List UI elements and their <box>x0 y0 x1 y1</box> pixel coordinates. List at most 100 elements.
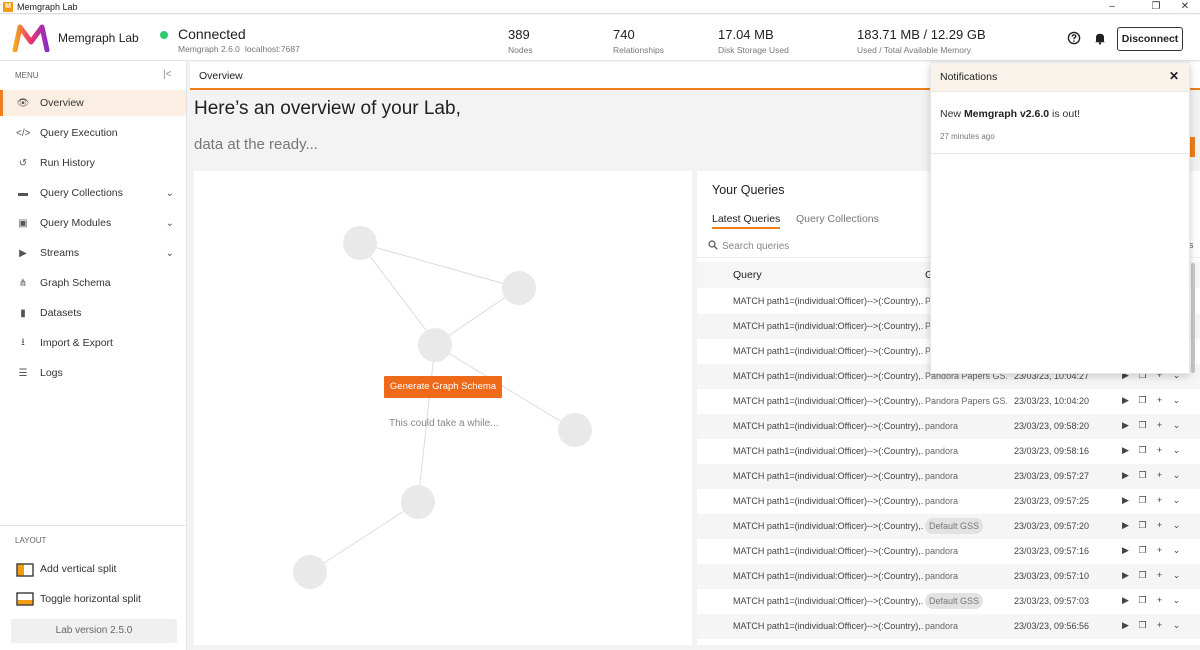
table-row[interactable]: MATCH path1=(individual:Officer)-->(:Cou… <box>697 489 1200 514</box>
copy-icon[interactable]: ❐ <box>1134 395 1151 406</box>
overview-subheading: data at the ready... <box>194 136 318 153</box>
chevron-down-icon[interactable]: ⌄ <box>1168 520 1185 531</box>
query-text[interactable]: MATCH path1=(individual:Officer)-->(:Cou… <box>733 321 923 331</box>
add-icon[interactable]: + <box>1151 595 1168 605</box>
query-text[interactable]: MATCH path1=(individual:Officer)-->(:Cou… <box>733 621 923 631</box>
copy-icon[interactable]: ❐ <box>1134 570 1151 581</box>
tab-latest-queries[interactable]: Latest Queries <box>712 213 781 229</box>
run-icon[interactable]: ▶ <box>1117 470 1134 481</box>
add-icon[interactable]: + <box>1151 495 1168 505</box>
table-row[interactable]: MATCH path1=(individual:Officer)-->(:Cou… <box>697 539 1200 564</box>
search-queries-input[interactable] <box>722 238 922 254</box>
run-icon[interactable]: ▶ <box>1117 545 1134 556</box>
copy-icon[interactable]: ❐ <box>1134 595 1151 606</box>
query-text[interactable]: MATCH path1=(individual:Officer)-->(:Cou… <box>733 296 923 306</box>
chevron-down-icon[interactable]: ⌄ <box>166 248 174 259</box>
add-icon[interactable]: + <box>1151 520 1168 530</box>
run-icon[interactable]: ▶ <box>1117 520 1134 531</box>
sidebar-item-query-modules[interactable]: ▣ Query Modules ⌄ <box>0 210 186 236</box>
chevron-down-icon[interactable]: ⌄ <box>1168 595 1185 606</box>
bell-icon[interactable] <box>1093 31 1107 45</box>
chevron-down-icon[interactable]: ⌄ <box>1168 495 1185 506</box>
sidebar-item-label: Run History <box>40 157 95 169</box>
tab-query-collections[interactable]: Query Collections <box>796 213 879 225</box>
module-icon: ▣ <box>18 217 28 229</box>
chevron-down-icon[interactable]: ⌄ <box>166 188 174 199</box>
collapse-sidebar-icon[interactable]: |< <box>163 69 171 80</box>
add-icon[interactable]: + <box>1151 470 1168 480</box>
help-icon[interactable] <box>1067 31 1081 45</box>
sidebar-item-graph-schema[interactable]: ⋔ Graph Schema <box>0 270 186 296</box>
row-actions: ▶ ❐ + ⌄ <box>1117 595 1185 606</box>
run-icon[interactable]: ▶ <box>1117 495 1134 506</box>
chevron-down-icon[interactable]: ⌄ <box>1168 420 1185 431</box>
table-row[interactable]: MATCH path1=(individual:Officer)-->(:Cou… <box>697 589 1200 614</box>
add-icon[interactable]: + <box>1151 395 1168 405</box>
query-text[interactable]: MATCH path1=(individual:Officer)-->(:Cou… <box>733 396 923 406</box>
query-text[interactable]: MATCH path1=(individual:Officer)-->(:Cou… <box>733 421 923 431</box>
copy-icon[interactable]: ❐ <box>1134 445 1151 456</box>
chevron-down-icon[interactable]: ⌄ <box>1168 570 1185 581</box>
notification-version[interactable]: Memgraph v2.6.0 <box>964 108 1049 120</box>
chevron-down-icon[interactable]: ⌄ <box>1168 620 1185 631</box>
sidebar-item-datasets[interactable]: ▮ Datasets <box>0 300 186 326</box>
table-row[interactable]: MATCH path1=(individual:Officer)-->(:Cou… <box>697 614 1200 639</box>
column-query[interactable]: Query <box>733 269 762 281</box>
sidebar-item-import-export[interactable]: ⭳ Import & Export <box>0 330 186 356</box>
add-vertical-split-button[interactable]: Add vertical split <box>0 556 186 582</box>
chevron-down-icon[interactable]: ⌄ <box>166 218 174 229</box>
add-icon[interactable]: + <box>1151 620 1168 630</box>
sidebar-item-query-execution[interactable]: </> Query Execution <box>0 120 186 146</box>
add-icon[interactable]: + <box>1151 570 1168 580</box>
tab-overview[interactable]: Overview <box>199 70 243 82</box>
run-icon[interactable]: ▶ <box>1117 570 1134 581</box>
add-icon[interactable]: + <box>1151 545 1168 555</box>
sidebar-item-logs[interactable]: ☰ Logs <box>0 360 186 386</box>
table-row[interactable]: MATCH path1=(individual:Officer)-->(:Cou… <box>697 464 1200 489</box>
query-text[interactable]: MATCH path1=(individual:Officer)-->(:Cou… <box>733 571 923 581</box>
minimize-button[interactable]: – <box>1097 0 1127 14</box>
copy-icon[interactable]: ❐ <box>1134 420 1151 431</box>
sidebar-item-overview[interactable]: 👁 Overview <box>0 90 186 116</box>
close-window-button[interactable]: ✕ <box>1170 0 1200 14</box>
run-icon[interactable]: ▶ <box>1117 395 1134 406</box>
query-text[interactable]: MATCH path1=(individual:Officer)-->(:Cou… <box>733 521 923 531</box>
maximize-button[interactable]: ❐ <box>1141 0 1171 14</box>
run-icon[interactable]: ▶ <box>1117 595 1134 606</box>
chevron-down-icon[interactable]: ⌄ <box>1168 395 1185 406</box>
generate-graph-schema-button[interactable]: Generate Graph Schema <box>384 376 502 398</box>
toggle-horizontal-split-button[interactable]: Toggle horizontal split <box>0 586 186 612</box>
query-text[interactable]: MATCH path1=(individual:Officer)-->(:Cou… <box>733 446 923 456</box>
query-text[interactable]: MATCH path1=(individual:Officer)-->(:Cou… <box>733 371 923 381</box>
close-icon[interactable]: ✕ <box>1169 69 1179 83</box>
copy-icon[interactable]: ❐ <box>1134 520 1151 531</box>
chevron-down-icon[interactable]: ⌄ <box>1168 470 1185 481</box>
sidebar-item-query-collections[interactable]: ▬ Query Collections ⌄ <box>0 180 186 206</box>
copy-icon[interactable]: ❐ <box>1134 470 1151 481</box>
copy-icon[interactable]: ❐ <box>1134 545 1151 556</box>
table-row[interactable]: MATCH path1=(individual:Officer)-->(:Cou… <box>697 564 1200 589</box>
disconnect-button[interactable]: Disconnect <box>1117 27 1183 51</box>
table-row[interactable]: MATCH path1=(individual:Officer)-->(:Cou… <box>697 389 1200 414</box>
run-icon[interactable]: ▶ <box>1117 445 1134 456</box>
add-icon[interactable]: + <box>1151 445 1168 455</box>
chevron-down-icon[interactable]: ⌄ <box>1168 445 1185 456</box>
chevron-down-icon[interactable]: ⌄ <box>1168 545 1185 556</box>
query-text[interactable]: MATCH path1=(individual:Officer)-->(:Cou… <box>733 471 923 481</box>
sidebar-item-streams[interactable]: ▶ Streams ⌄ <box>0 240 186 266</box>
query-text[interactable]: MATCH path1=(individual:Officer)-->(:Cou… <box>733 546 923 556</box>
add-icon[interactable]: + <box>1151 420 1168 430</box>
layout-item-label: Toggle horizontal split <box>40 593 141 605</box>
run-icon[interactable]: ▶ <box>1117 620 1134 631</box>
query-text[interactable]: MATCH path1=(individual:Officer)-->(:Cou… <box>733 346 923 356</box>
copy-icon[interactable]: ❐ <box>1134 495 1151 506</box>
sidebar-item-run-history[interactable]: ↺ Run History <box>0 150 186 176</box>
table-row[interactable]: MATCH path1=(individual:Officer)-->(:Cou… <box>697 439 1200 464</box>
scrollbar-thumb[interactable] <box>1191 263 1195 373</box>
table-row[interactable]: MATCH path1=(individual:Officer)-->(:Cou… <box>697 514 1200 539</box>
run-icon[interactable]: ▶ <box>1117 420 1134 431</box>
table-row[interactable]: MATCH path1=(individual:Officer)-->(:Cou… <box>697 414 1200 439</box>
query-text[interactable]: MATCH path1=(individual:Officer)-->(:Cou… <box>733 596 923 606</box>
query-text[interactable]: MATCH path1=(individual:Officer)-->(:Cou… <box>733 496 923 506</box>
copy-icon[interactable]: ❐ <box>1134 620 1151 631</box>
